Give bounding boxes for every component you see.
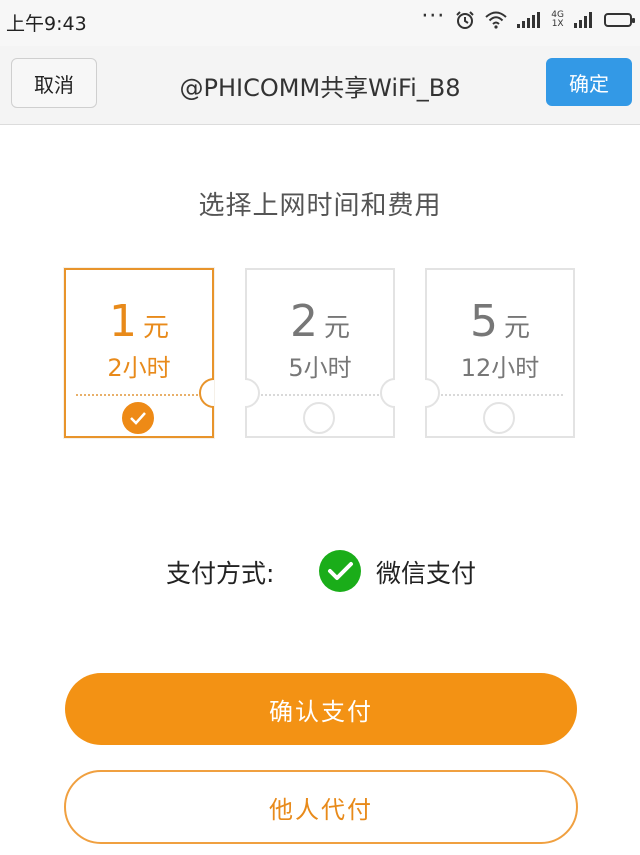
payment-label: 支付方式: <box>166 559 275 588</box>
ticket-notch <box>425 378 440 408</box>
price-unit: 元 <box>142 313 169 343</box>
confirm-pay-button[interactable]: 确认支付 <box>65 673 577 745</box>
plan-price: 5元 <box>427 296 573 347</box>
price-value: 5 <box>469 296 498 347</box>
plan-divider <box>437 394 563 396</box>
signal-icon-2 <box>574 12 592 28</box>
confirm-button[interactable]: 确定 <box>546 58 632 106</box>
plan-duration: 2小时 <box>107 354 171 382</box>
plan-price: 1元 <box>66 296 212 347</box>
price-unit: 元 <box>323 313 350 343</box>
alarm-icon <box>456 11 475 29</box>
plan-card-2[interactable]: 2元 5小时 <box>245 268 395 438</box>
signal-icon <box>517 12 541 28</box>
ticket-notch <box>380 378 395 408</box>
ticket-notch <box>245 378 260 408</box>
network-bottom: 1X <box>551 19 564 29</box>
status-icons: ··· 4G 1X <box>421 4 635 30</box>
plan-divider <box>76 394 202 396</box>
status-bar: 上午9:43 ··· 4G 1X <box>0 0 640 46</box>
price-value: 1 <box>108 296 137 347</box>
more-dots-icon: ··· <box>421 4 446 29</box>
plan-card-3[interactable]: 5元 12小时 <box>425 268 575 438</box>
plan-divider <box>257 394 383 396</box>
page-title: @PHICOMM共享WiFi_B8 <box>179 74 461 102</box>
battery-icon <box>604 13 635 27</box>
ticket-notch <box>199 378 214 408</box>
wechat-pay-icon <box>319 550 361 592</box>
status-time: 上午9:43 <box>6 13 87 35</box>
wifi-icon <box>485 11 507 29</box>
section-title: 选择上网时间和费用 <box>198 191 442 221</box>
price-unit: 元 <box>503 313 530 343</box>
plan-duration: 12小时 <box>460 354 540 382</box>
plan-card-1[interactable]: 1元 2小时 <box>64 268 214 438</box>
top-bar: 取消 @PHICOMM共享WiFi_B8 确定 <box>0 46 640 125</box>
payment-method-row[interactable]: 支付方式: 微信支付 <box>0 548 640 596</box>
plan-price: 2元 <box>247 296 393 347</box>
unselected-radio-icon[interactable] <box>483 402 515 434</box>
payment-method-label: 微信支付 <box>376 559 477 588</box>
pay-for-other-button[interactable]: 他人代付 <box>64 770 578 844</box>
plan-duration: 5小时 <box>288 354 352 382</box>
cancel-button[interactable]: 取消 <box>11 58 97 108</box>
selected-check-icon[interactable] <box>122 402 154 434</box>
network-type: 4G 1X <box>551 11 564 29</box>
price-value: 2 <box>289 296 318 347</box>
unselected-radio-icon[interactable] <box>303 402 335 434</box>
